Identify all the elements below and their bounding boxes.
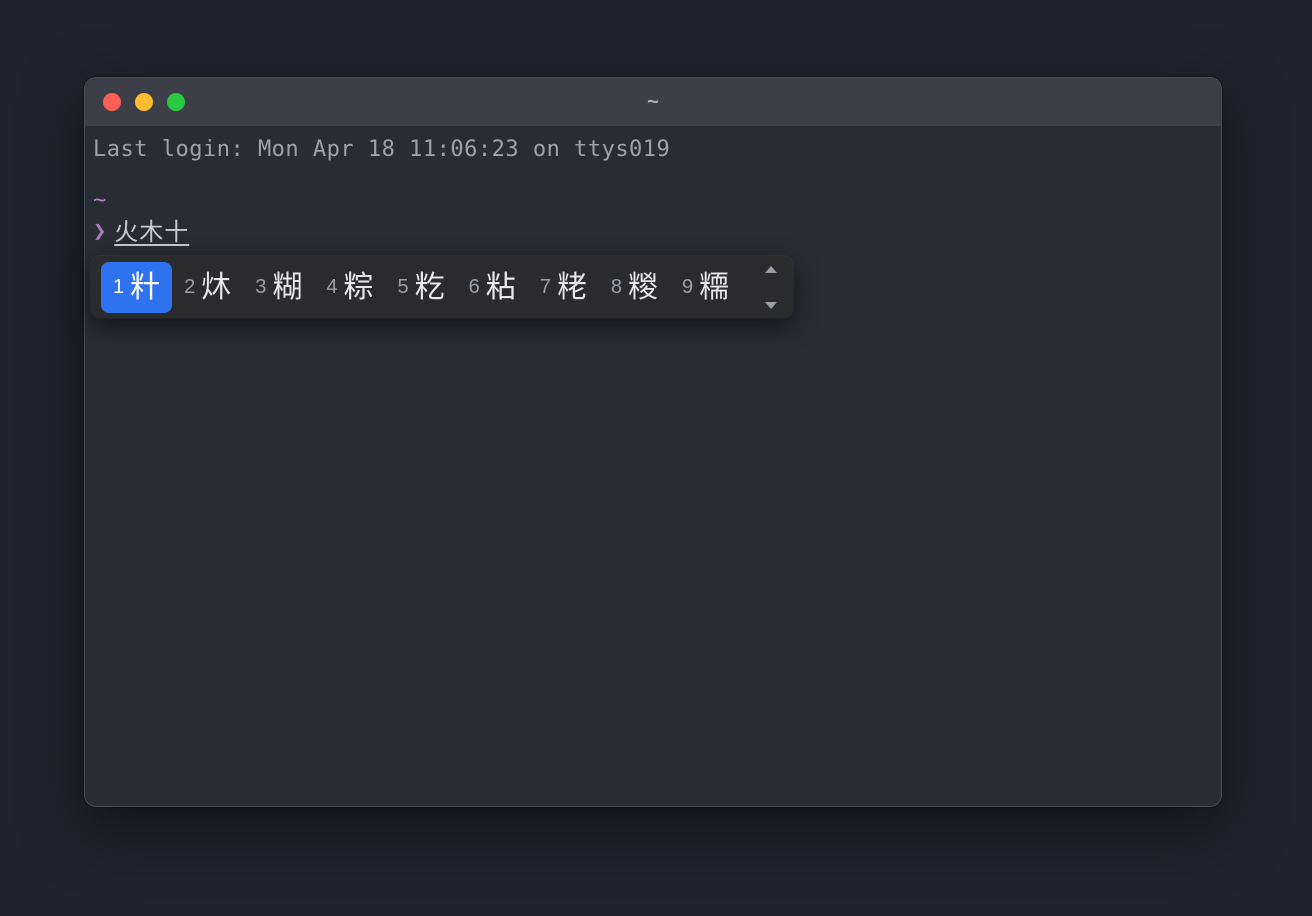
page-down-icon[interactable] bbox=[763, 291, 779, 320]
candidate-index: 4 bbox=[326, 274, 337, 300]
candidate-index: 6 bbox=[469, 274, 480, 300]
ime-candidate-2[interactable]: 2 炑 bbox=[172, 262, 243, 313]
candidate-char: 籵 bbox=[130, 268, 160, 307]
close-button[interactable] bbox=[103, 93, 121, 111]
candidate-index: 8 bbox=[611, 274, 622, 300]
prompt-line: ❯ 火木十 bbox=[93, 217, 1213, 248]
cwd-indicator: ~ bbox=[93, 187, 1213, 216]
last-login-line: Last login: Mon Apr 18 11:06:23 on ttys0… bbox=[93, 136, 1213, 165]
terminal-window: ~ Last login: Mon Apr 18 11:06:23 on tty… bbox=[84, 77, 1222, 807]
candidate-index: 2 bbox=[184, 274, 195, 300]
candidate-char: 粽 bbox=[344, 268, 374, 307]
ime-candidate-9[interactable]: 9 糥 bbox=[670, 262, 741, 313]
ime-candidate-4[interactable]: 4 粽 bbox=[314, 262, 385, 313]
candidate-index: 1 bbox=[113, 274, 124, 300]
window-title: ~ bbox=[647, 91, 659, 114]
candidate-index: 9 bbox=[682, 274, 693, 300]
traffic-lights bbox=[103, 93, 185, 111]
candidate-char: 糉 bbox=[628, 268, 658, 307]
candidate-index: 5 bbox=[398, 274, 409, 300]
candidate-index: 3 bbox=[255, 274, 266, 300]
candidate-char: 糊 bbox=[272, 268, 302, 307]
candidate-char: 糥 bbox=[699, 268, 729, 307]
terminal-content[interactable]: Last login: Mon Apr 18 11:06:23 on ttys0… bbox=[85, 126, 1221, 806]
ime-candidate-7[interactable]: 7 粩 bbox=[528, 262, 599, 313]
candidate-char: 炑 bbox=[201, 268, 231, 307]
ime-candidate-6[interactable]: 6 粘 bbox=[457, 262, 528, 313]
candidate-index: 7 bbox=[540, 274, 551, 300]
window-titlebar[interactable]: ~ bbox=[85, 78, 1221, 126]
ime-candidate-3[interactable]: 3 糊 bbox=[243, 262, 314, 313]
ime-candidate-bar[interactable]: 1 籵 2 炑 3 糊 4 粽 5 籺 6 粘 bbox=[91, 256, 793, 318]
ime-candidate-8[interactable]: 8 糉 bbox=[599, 262, 670, 313]
maximize-button[interactable] bbox=[167, 93, 185, 111]
ime-composition-text[interactable]: 火木十 bbox=[114, 217, 189, 248]
page-up-icon[interactable] bbox=[763, 254, 779, 283]
candidate-char: 粩 bbox=[557, 268, 587, 307]
candidate-pager bbox=[763, 254, 779, 319]
prompt-symbol: ❯ bbox=[93, 218, 106, 247]
candidate-char: 籺 bbox=[415, 268, 445, 307]
ime-candidate-5[interactable]: 5 籺 bbox=[386, 262, 457, 313]
candidate-char: 粘 bbox=[486, 268, 516, 307]
ime-candidate-1[interactable]: 1 籵 bbox=[101, 262, 172, 313]
minimize-button[interactable] bbox=[135, 93, 153, 111]
